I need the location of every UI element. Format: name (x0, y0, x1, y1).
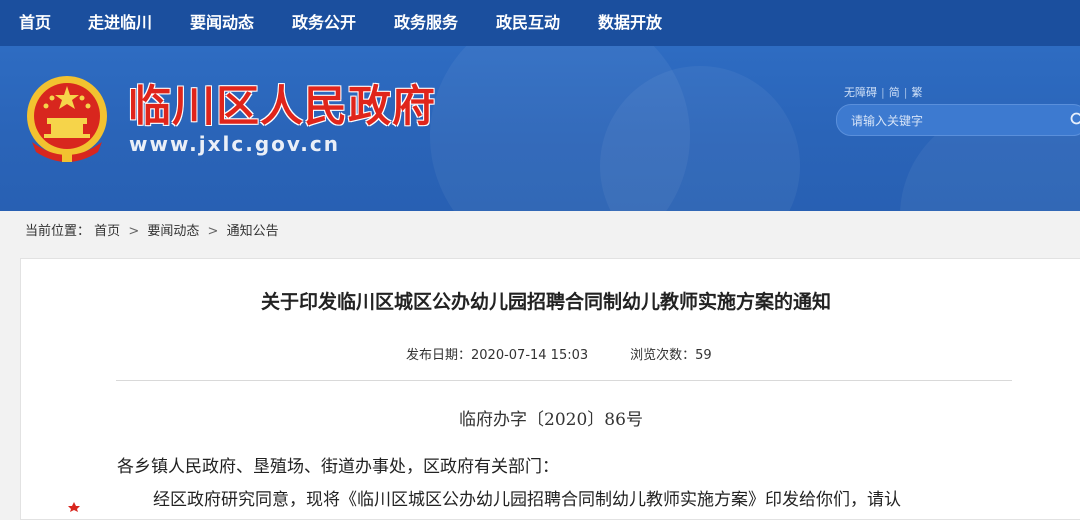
nav-item-open-data[interactable]: 数据开放 (598, 0, 662, 46)
document-number: 临府办字〔2020〕86号 (21, 405, 1080, 430)
search-input[interactable] (849, 110, 1063, 132)
search-box (836, 104, 1080, 136)
accessibility-link[interactable]: 无障碍 (844, 86, 877, 99)
breadcrumb-prefix: 当前位置： (25, 224, 90, 239)
simplified-link[interactable]: 简 (889, 86, 900, 99)
utility-links: 无障碍|简|繁 (844, 84, 922, 100)
breadcrumb-separator: > (128, 224, 139, 239)
traditional-link[interactable]: 繁 (911, 86, 922, 99)
top-nav: 首页 走进临川 要闻动态 政务公开 政务服务 政民互动 数据开放 (0, 0, 1080, 46)
nav-item-interaction[interactable]: 政民互动 (496, 0, 560, 46)
nav-item-news[interactable]: 要闻动态 (190, 0, 254, 46)
nav-item-gov-affairs[interactable]: 政务公开 (292, 0, 356, 46)
breadcrumb: 当前位置： 首页 > 要闻动态 > 通知公告 (25, 220, 279, 239)
article-body-line: 经区政府研究同意，现将《临川区城区公办幼儿园招聘合同制幼儿教师实施方案》印发给你… (153, 485, 901, 510)
nav-item-services[interactable]: 政务服务 (394, 0, 458, 46)
article-panel: 关于印发临川区城区公办幼儿园招聘合同制幼儿教师实施方案的通知 发布日期：2020… (20, 258, 1080, 520)
divider (116, 380, 1012, 381)
emblem-fragment-icon (66, 500, 82, 512)
breadcrumb-separator: > (208, 224, 219, 239)
breadcrumb-notices[interactable]: 通知公告 (227, 224, 279, 239)
nav-item-home[interactable]: 首页 (19, 0, 51, 46)
article-meta: 发布日期：2020-07-14 15:03 浏览次数：59 (406, 344, 712, 363)
site-title: 临川区人民政府 (128, 72, 436, 134)
breadcrumb-home[interactable]: 首页 (94, 224, 120, 239)
header-banner: 临川区人民政府 www.jxlc.gov.cn 无障碍|简|繁 (0, 46, 1080, 211)
view-count: 浏览次数：59 (630, 348, 712, 363)
breadcrumb-news[interactable]: 要闻动态 (147, 224, 199, 239)
site-url: www.jxlc.gov.cn (129, 132, 340, 156)
divider: | (881, 86, 885, 99)
nav-item-about[interactable]: 走进临川 (88, 0, 152, 46)
national-emblem-icon (22, 72, 112, 164)
divider: | (904, 86, 908, 99)
publish-date: 发布日期：2020-07-14 15:03 (406, 348, 588, 363)
article-title: 关于印发临川区城区公办幼儿园招聘合同制幼儿教师实施方案的通知 (21, 287, 1071, 314)
search-icon[interactable] (1069, 111, 1080, 129)
article-salutation: 各乡镇人民政府、垦殖场、街道办事处，区政府有关部门： (117, 452, 559, 477)
